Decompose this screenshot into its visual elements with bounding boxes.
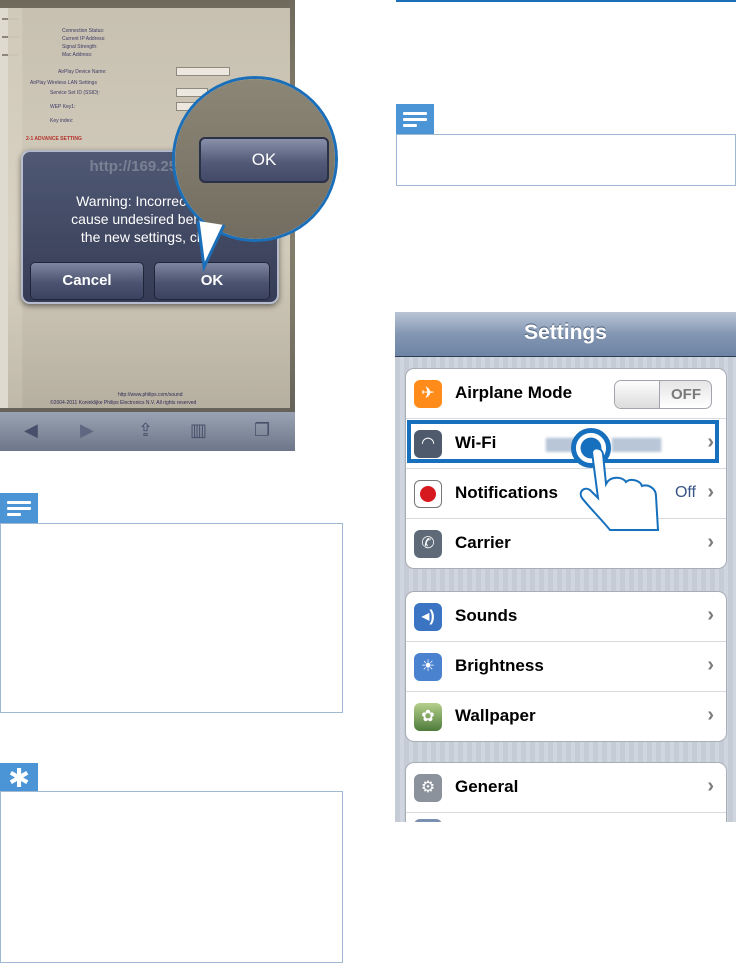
settings-row-sounds[interactable]: ◂) Sounds › bbox=[406, 592, 726, 642]
settings-row-general[interactable]: ⚙ General › bbox=[406, 763, 726, 813]
tip-icon: ✱ bbox=[0, 763, 38, 793]
browser-toolbar: ◀ ▶ ⇪ ▥ ❐ bbox=[0, 412, 295, 451]
chevron-right-icon: › bbox=[707, 775, 714, 797]
cancel-button[interactable]: Cancel bbox=[30, 262, 144, 300]
tabs-icon[interactable]: ❐ bbox=[254, 420, 270, 441]
status-label: Connection Status: bbox=[62, 28, 105, 34]
iphone-settings-screenshot: Settings ✈ Airplane Mode OFF ◠ Wi-Fi ▆▆▆… bbox=[395, 312, 736, 822]
mac-label: Mac Address: bbox=[62, 52, 93, 58]
forward-icon[interactable]: ▶ bbox=[80, 420, 94, 441]
chevron-right-icon: › bbox=[707, 604, 714, 626]
toggle-knob bbox=[615, 381, 660, 408]
ssid-label: Service Set ID (SSID): bbox=[50, 90, 100, 96]
pointing-hand-icon bbox=[579, 447, 660, 531]
note-icon-line bbox=[7, 501, 31, 504]
speaker-icon: ◂) bbox=[414, 603, 442, 631]
note-icon-line bbox=[7, 507, 31, 510]
row-label: Notifications bbox=[455, 483, 558, 502]
hand-outline bbox=[579, 447, 660, 531]
note-icon-line bbox=[403, 112, 427, 115]
signal-label: Signal Strength: bbox=[62, 44, 98, 50]
settings-group-2: ◂) Sounds › ☀ Brightness › ✿ Wallpaper › bbox=[405, 591, 727, 742]
row-label: Brightness bbox=[455, 656, 544, 675]
lan-settings-label: AirPlay Wireless LAN Settings bbox=[30, 80, 97, 86]
row-label: Wallpaper bbox=[455, 706, 536, 725]
philips-url[interactable]: http://www.philips.com/sound bbox=[118, 392, 182, 398]
settings-row-airplane-mode[interactable]: ✈ Airplane Mode OFF bbox=[406, 369, 726, 419]
flower-icon: ✿ bbox=[414, 703, 442, 731]
note-icon bbox=[396, 104, 434, 134]
settings-group-3: ⚙ General › bbox=[405, 762, 727, 822]
settings-row-wallpaper[interactable]: ✿ Wallpaper › bbox=[406, 692, 726, 741]
settings-row-brightness[interactable]: ☀ Brightness › bbox=[406, 642, 726, 692]
note-icon-line bbox=[403, 118, 427, 121]
chevron-right-icon: › bbox=[707, 531, 714, 553]
tip-box bbox=[0, 791, 343, 963]
gear-icon: ⚙ bbox=[414, 774, 442, 802]
row-label: Sounds bbox=[455, 606, 518, 625]
callout-pointer bbox=[196, 220, 226, 273]
sun-icon: ☀ bbox=[414, 653, 442, 681]
row-label: General bbox=[455, 777, 519, 796]
note-box bbox=[0, 523, 343, 713]
partial-row-icon bbox=[414, 819, 442, 822]
settings-nav-bar: Settings bbox=[395, 312, 736, 357]
ip-label: Current IP Address: bbox=[62, 36, 106, 42]
settings-row-partial bbox=[406, 813, 726, 822]
row-label: Airplane Mode bbox=[455, 383, 573, 402]
nav-title: Settings bbox=[524, 321, 607, 344]
share-icon[interactable]: ⇪ bbox=[138, 420, 153, 441]
back-icon[interactable]: ◀ bbox=[24, 420, 38, 441]
advance-setting-heading: 2-1 ADVANCE SETTING bbox=[26, 136, 82, 142]
wep-label: WEP Key1: bbox=[50, 104, 76, 110]
note-icon-line bbox=[7, 513, 21, 516]
note-icon bbox=[0, 493, 38, 523]
note-box bbox=[396, 134, 736, 186]
chevron-right-icon: › bbox=[707, 654, 714, 676]
phone-icon: ✆ bbox=[414, 530, 442, 558]
row-label: Carrier bbox=[455, 533, 511, 552]
chevron-right-icon: › bbox=[707, 704, 714, 726]
top-rule bbox=[396, 0, 736, 2]
bookmarks-icon[interactable]: ▥ bbox=[190, 420, 207, 441]
chevron-right-icon: › bbox=[707, 481, 714, 503]
device-name-label: AirPlay Device Name: bbox=[58, 69, 107, 75]
zoomed-ok-button[interactable]: OK bbox=[199, 137, 329, 183]
copyright-text: ©2004-2011 Koninklijke Philips Electroni… bbox=[50, 400, 197, 406]
notifications-icon bbox=[414, 480, 442, 508]
callout-pointer-path bbox=[196, 220, 226, 273]
airplane-icon: ✈ bbox=[414, 380, 442, 408]
notification-dot bbox=[420, 486, 436, 502]
toggle-state: OFF bbox=[671, 386, 701, 403]
note-icon-line bbox=[403, 124, 417, 127]
device-name-field[interactable] bbox=[176, 67, 230, 76]
airplane-mode-toggle[interactable]: OFF bbox=[614, 380, 712, 409]
key-index-label: Key index: bbox=[50, 118, 74, 124]
